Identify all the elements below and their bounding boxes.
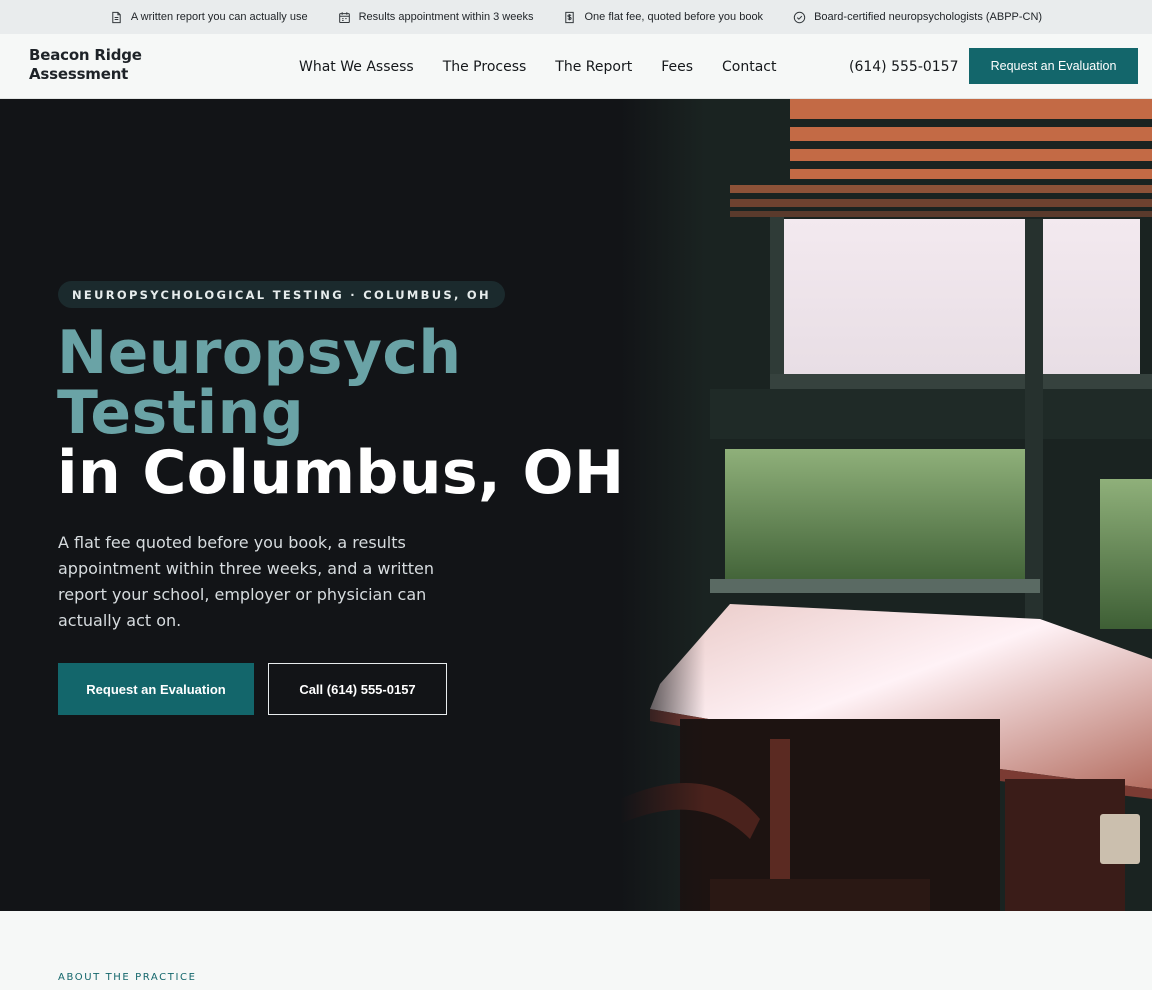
check-circle-icon	[793, 11, 806, 24]
trust-item-results: Results appointment within 3 weeks	[338, 11, 534, 24]
dollar-icon	[563, 11, 576, 24]
trust-item-text: A written report you can actually use	[130, 11, 308, 23]
hero-title: Neuropsych Testing in Columbus, OH	[57, 323, 625, 503]
nav-item-the-report[interactable]: The Report	[555, 59, 632, 75]
document-icon	[110, 11, 123, 24]
trust-item-text: Board-certified neuropsychologists (ABPP…	[814, 11, 1043, 23]
header-phone-link[interactable]: (614) 555-0157	[849, 34, 959, 99]
hero-call-button[interactable]: Call (614) 555-0157	[268, 663, 447, 715]
hero-photo-window-table	[620, 99, 1152, 911]
hero-title-location: in Columbus, OH	[57, 438, 625, 508]
logo-line-1: Beacon Ridge	[29, 46, 142, 64]
site-header: Beacon Ridge Assessment What We Assess T…	[0, 34, 1152, 99]
about-eyebrow: ABOUT THE PRACTICE	[58, 972, 197, 983]
nav-item-contact[interactable]: Contact	[722, 59, 776, 75]
site-logo[interactable]: Beacon Ridge Assessment	[29, 46, 142, 84]
trust-item-report: A written report you can actually use	[110, 11, 308, 24]
trust-item-board: Board-certified neuropsychologists (ABPP…	[793, 11, 1042, 24]
trust-item-fee: One flat fee, quoted before you book	[563, 11, 763, 24]
nav-item-what-we-assess[interactable]: What We Assess	[299, 59, 414, 75]
hero-request-evaluation-button[interactable]: Request an Evaluation	[58, 663, 254, 715]
logo-line-2: Assessment	[29, 65, 129, 83]
calendar-icon	[338, 11, 351, 24]
hero-section: NEUROPSYCHOLOGICAL TESTING · COLUMBUS, O…	[0, 99, 1152, 911]
hero-title-accent-line-2: Testing	[57, 378, 305, 448]
hero-location-badge: NEUROPSYCHOLOGICAL TESTING · COLUMBUS, O…	[58, 281, 505, 308]
about-section: ABOUT THE PRACTICE	[0, 911, 1152, 990]
hero-title-accent-line-1: Neuropsych	[57, 318, 462, 388]
trust-item-text: Results appointment within 3 weeks	[358, 11, 534, 23]
trust-item-text: One flat fee, quoted before you book	[584, 11, 764, 23]
nav-item-fees[interactable]: Fees	[661, 59, 693, 75]
trust-bar: A written report you can actually use Re…	[0, 0, 1152, 34]
nav-item-the-process[interactable]: The Process	[443, 59, 527, 75]
main-nav: What We Assess The Process The Report Fe…	[299, 34, 776, 99]
header-request-evaluation-button[interactable]: Request an Evaluation	[969, 48, 1138, 84]
hero-lead-text: A flat fee quoted before you book, a res…	[58, 533, 434, 630]
